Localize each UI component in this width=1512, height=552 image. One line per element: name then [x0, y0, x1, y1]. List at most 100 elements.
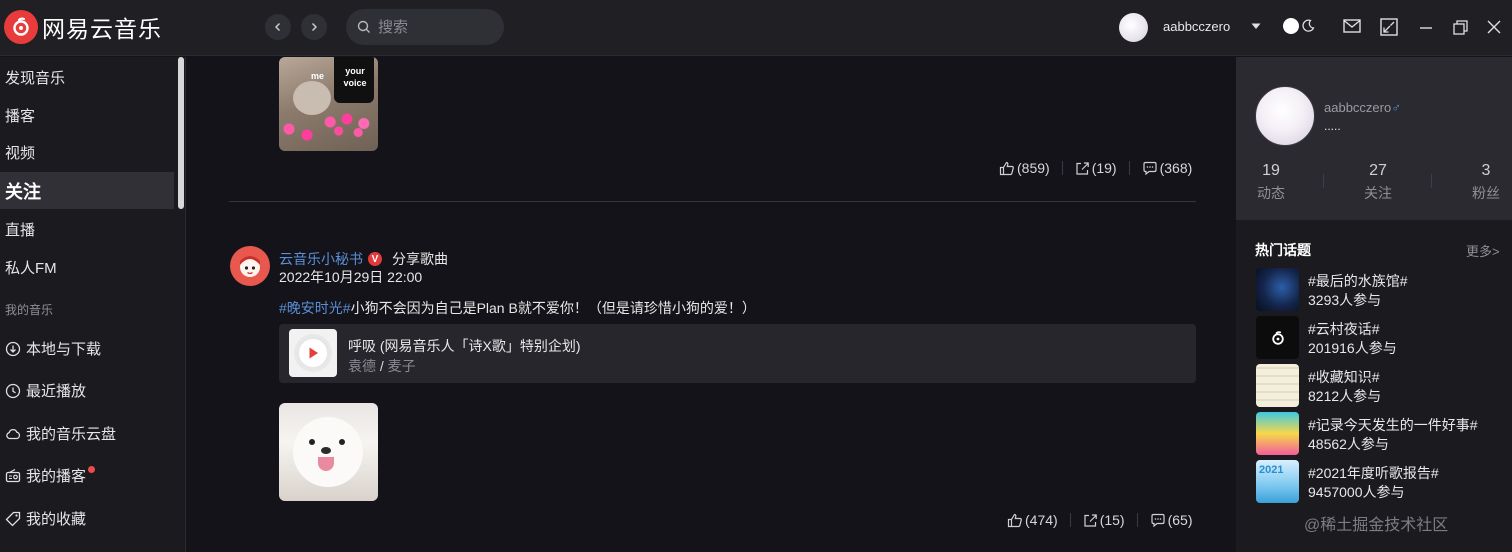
profile-avatar[interactable] [1255, 86, 1315, 146]
stat-divider [1323, 174, 1324, 188]
sidebar-item-label: 直播 [5, 222, 36, 239]
topic-item[interactable]: #记录今天发生的一件好事# 48562人参与 [1256, 412, 1506, 456]
share-count: (19) [1091, 160, 1117, 176]
sidebar-item-live[interactable]: 直播 [0, 211, 174, 248]
like-count: (859) [1017, 160, 1050, 176]
artist-link[interactable]: 袁德 [348, 358, 376, 374]
topic-name: #最后的水族馆# [1308, 273, 1408, 289]
shared-song-card[interactable]: 呼吸 (网易音乐人「诗X歌」特别企划) 袁德 / 麦子 [279, 324, 1196, 383]
like-button[interactable]: (859) [999, 160, 1050, 176]
post-stats: (474) (15) (65) [1007, 512, 1193, 528]
forward-button[interactable] [301, 14, 327, 40]
share-button[interactable]: (15) [1083, 512, 1125, 528]
topic-name: #2021年度听歌报告# [1308, 465, 1439, 481]
share-button[interactable]: (19) [1075, 160, 1117, 176]
stat-followers[interactable]: 3 粉丝 [1451, 162, 1512, 203]
close-icon[interactable] [1487, 20, 1501, 34]
artist-link[interactable]: 麦子 [388, 358, 416, 374]
moon-icon [1302, 19, 1315, 32]
theme-toggle[interactable] [1283, 18, 1315, 34]
app-logo[interactable]: 网易云音乐 [4, 10, 162, 44]
topic-item[interactable]: #云村夜话# 201916人参与 [1256, 316, 1506, 360]
hearts-decoration [279, 117, 319, 147]
stat-following[interactable]: 27 关注 [1343, 162, 1413, 203]
post-body: 小狗不会因为自己是Plan B就不爱你！（但是请珍惜小狗的爱！） [350, 300, 756, 316]
sidebar-item-label: 我的播客 [26, 468, 87, 485]
sidebar-item-local-download[interactable]: 本地与下载 [0, 330, 174, 367]
minimize-icon[interactable] [1419, 26, 1433, 30]
topic-name: #记录今天发生的一件好事# [1308, 417, 1478, 433]
sidebar-item-follow[interactable]: 关注 [0, 172, 174, 209]
sidebar-item-discover[interactable]: 发现音乐 [0, 59, 174, 96]
topic-count: 201916人参与 [1308, 340, 1397, 356]
sidebar-item-cloud[interactable]: 我的音乐云盘 [0, 415, 174, 452]
stat-posts[interactable]: 19 动态 [1236, 162, 1306, 203]
profile-name[interactable]: aabbcczero♂ [1324, 100, 1401, 115]
artist-separator: / [376, 358, 388, 374]
stat-posts-count: 19 [1262, 162, 1280, 179]
maximize-icon[interactable] [1453, 20, 1468, 35]
sidebar-item-recent[interactable]: 最近播放 [0, 372, 174, 409]
comment-button[interactable]: (65) [1150, 512, 1193, 528]
verified-icon: V [368, 252, 382, 266]
topic-item[interactable]: #最后的水族馆# 3293人参与 [1256, 268, 1506, 312]
caret-down-icon[interactable] [1250, 21, 1262, 31]
clock-icon [5, 383, 21, 399]
sidebar-item-label: 关注 [5, 181, 41, 202]
stat-followers-count: 3 [1481, 162, 1491, 179]
netease-logo-icon [1271, 330, 1284, 345]
search-icon [357, 20, 370, 33]
sidebar-item-podcast[interactable]: 播客 [0, 97, 174, 134]
sidebar-scrollbar[interactable] [178, 57, 184, 209]
sticker-me: me [311, 71, 325, 81]
topic-count: 8212人参与 [1308, 388, 1382, 404]
topic-thumbnail [1256, 316, 1299, 359]
netease-logo-icon [4, 10, 38, 44]
stat-divider [1061, 161, 1063, 175]
search-box[interactable] [346, 9, 504, 45]
sidebar-item-collection[interactable]: 我的收藏 [0, 500, 174, 537]
sidebar-item-label: 播客 [5, 108, 36, 125]
mini-player-icon[interactable] [1380, 18, 1398, 36]
chevron-left-icon [274, 22, 281, 32]
avatar[interactable] [1119, 13, 1148, 42]
sidebar-item-my-podcast[interactable]: 我的播客 [0, 457, 174, 494]
sidebar-item-label: 我的音乐云盘 [26, 426, 117, 443]
sticker-text: your voice [343, 66, 367, 88]
author-avatar[interactable] [230, 246, 270, 286]
hot-topics-more-link[interactable]: 更多> [1466, 241, 1500, 260]
dog-eye [339, 439, 345, 445]
comment-count: (65) [1167, 512, 1193, 528]
comment-icon [1142, 161, 1157, 175]
topic-name: #收藏知识# [1308, 369, 1380, 385]
download-icon [5, 341, 21, 357]
share-count: (15) [1099, 512, 1125, 528]
post-divider [229, 201, 1196, 202]
profile-username: aabbcczero [1324, 100, 1392, 115]
topic-item[interactable]: #收藏知识# 8212人参与 [1256, 364, 1506, 408]
author-name[interactable]: 云音乐小秘书 [279, 249, 363, 269]
topic-tag-link[interactable]: #晚安时光# [279, 300, 351, 316]
comment-button[interactable]: (368) [1142, 160, 1192, 176]
mail-icon[interactable] [1343, 18, 1361, 34]
like-button[interactable]: (474) [1007, 512, 1058, 528]
play-button[interactable] [297, 337, 329, 369]
stat-following-label: 关注 [1364, 185, 1392, 201]
sidebar-item-fm[interactable]: 私人FM [0, 249, 174, 286]
post-image-dog[interactable] [279, 403, 378, 501]
post-image-cat-meme[interactable]: your voice me [279, 57, 378, 151]
sidebar-item-label: 视频 [5, 145, 36, 162]
search-input[interactable] [378, 18, 498, 36]
song-title[interactable]: 呼吸 (网易音乐人「诗X歌」特别企划) [348, 336, 581, 356]
sidebar-section-my-music: 我的音乐 [5, 303, 54, 317]
user-name[interactable]: aabbcczero [1163, 19, 1230, 34]
song-cover[interactable] [289, 329, 337, 377]
topic-item[interactable]: 2021 #2021年度听歌报告# 9457000人参与 [1256, 460, 1506, 504]
topic-count: 48562人参与 [1308, 436, 1389, 452]
back-button[interactable] [265, 14, 291, 40]
post-author-line: 云音乐小秘书 V 分享歌曲 [279, 249, 448, 269]
sidebar-item-video[interactable]: 视频 [0, 134, 174, 171]
profile-signature: ..... [1324, 119, 1341, 133]
notification-dot [88, 466, 96, 473]
hot-topics-title: 热门话题 [1255, 242, 1311, 258]
